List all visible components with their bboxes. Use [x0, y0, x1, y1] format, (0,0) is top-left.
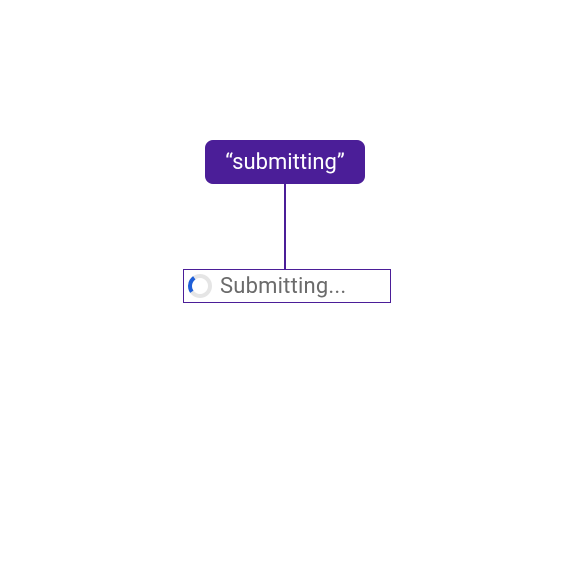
state-node-submitting: “submitting” — [205, 140, 365, 184]
connector-line — [284, 184, 286, 269]
state-node-label: “submitting” — [225, 150, 345, 175]
preview-text: Submitting... — [220, 274, 346, 299]
diagram-canvas: “submitting” Submitting... — [0, 0, 576, 576]
state-preview-box: Submitting... — [183, 269, 391, 303]
spinner-icon — [188, 274, 212, 298]
